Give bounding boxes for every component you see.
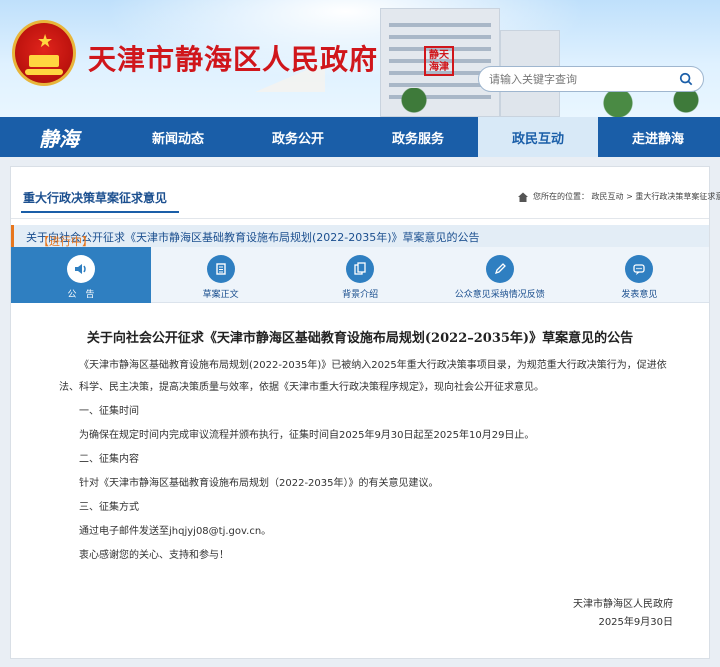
home-icon [518,192,528,202]
tab-draft-text[interactable]: 草案正文 [151,247,291,303]
article-heading-2: 二、征集内容 [79,454,139,465]
tab-label: 公众意见采纳情况反馈 [454,290,545,300]
search-icon[interactable] [679,72,693,86]
speaker-icon [67,255,95,283]
tab-bar: 公 告 草案正文 背景介绍 公众意见采纳情况反馈 发表意见 [11,247,709,303]
tab-background[interactable]: 背景介绍 [290,247,430,303]
national-emblem-icon: ★ [12,20,76,86]
search-box[interactable] [478,66,704,92]
content-panel: 重大行政决策草案征求意见 您所在的位置： 政民互动 > 重大行政决策草案征求意见… [10,166,720,659]
notice-line: 【进行中】 关于向社会公开征求《天津市静海区基础教育设施布局规划(2022-203… [26,229,480,248]
tab-label: 背景介绍 [342,290,379,300]
tab-label: 发表意见 [621,290,658,300]
tab-label: 公 告 [67,290,95,300]
notice-text: 关于向社会公开征求《天津市静海区基础教育设施布局规划(2022-2035年)》草… [26,231,480,244]
tab-announcement[interactable]: 公 告 [11,247,151,303]
signature-org: 天津市静海区人民政府 [573,599,673,610]
article-paragraph-1: 为确保在规定时间内完成审议流程并颁布执行，征集时间自2025年9月30日起至20… [79,430,535,441]
article-heading-3: 三、征集方式 [79,502,139,513]
site-title[interactable]: 天津市静海区人民政府 [88,38,378,78]
article-paragraph-2: 针对《天津市静海区基础教育设施布局规划（2022-2035年）》的有关意见建议。 [79,478,439,489]
tab-feedback[interactable]: 公众意见采纳情况反馈 [430,247,570,303]
section-title: 重大行政决策草案征求意见 [23,191,168,205]
files-icon [346,255,375,283]
search-input[interactable] [489,72,669,86]
seal-logo: 静天海津 [424,46,454,76]
document-icon [206,255,235,283]
article-heading-1: 一、征集时间 [79,406,139,417]
pen-icon [485,255,514,283]
article-thanks: 衷心感谢您的关心、支持和参与！ [79,550,229,561]
nav-item-gov-public[interactable]: 政务公开 [238,117,358,157]
article-intro: 《天津市静海区基础教育设施布局规划(2022-2035年)》已被纳入2025年重… [59,360,667,393]
notice-bar: 【进行中】 关于向社会公开征求《天津市静海区基础教育设施布局规划(2022-203… [11,225,709,248]
nav-logo[interactable]: 静海 [0,117,118,157]
section-header: 重大行政决策草案征求意见 您所在的位置： 政民互动 > 重大行政决策草案征求意见 [11,167,720,219]
nav-item-interaction[interactable]: 政民互动 [478,117,598,157]
section-underline [21,211,179,213]
nav-item-news[interactable]: 新闻动态 [118,117,238,157]
article-paragraph-3: 通过电子邮件发送至jhqjyj08@tj.gov.cn。 [79,526,272,537]
nav-item-about[interactable]: 走进静海 [598,117,718,157]
breadcrumb[interactable]: 您所在的位置： 政民互动 > 重大行政决策草案征求意见 [533,191,720,202]
main-nav: 静海 新闻动态 政务公开 政务服务 政民互动 走进静海 [0,117,720,157]
tab-label: 草案正文 [202,290,239,300]
signature-date: 2025年9月30日 [598,617,673,628]
header-banner: ★ 天津市静海区人民政府 静天海津 [0,0,720,117]
chat-icon [625,255,654,283]
banner-trees [380,88,720,117]
nav-item-gov-service[interactable]: 政务服务 [358,117,478,157]
article-title: 关于向社会公开征求《天津市静海区基础教育设施布局规划(2022–2035年)》草… [86,331,634,346]
tab-comment[interactable]: 发表意见 [569,247,709,303]
